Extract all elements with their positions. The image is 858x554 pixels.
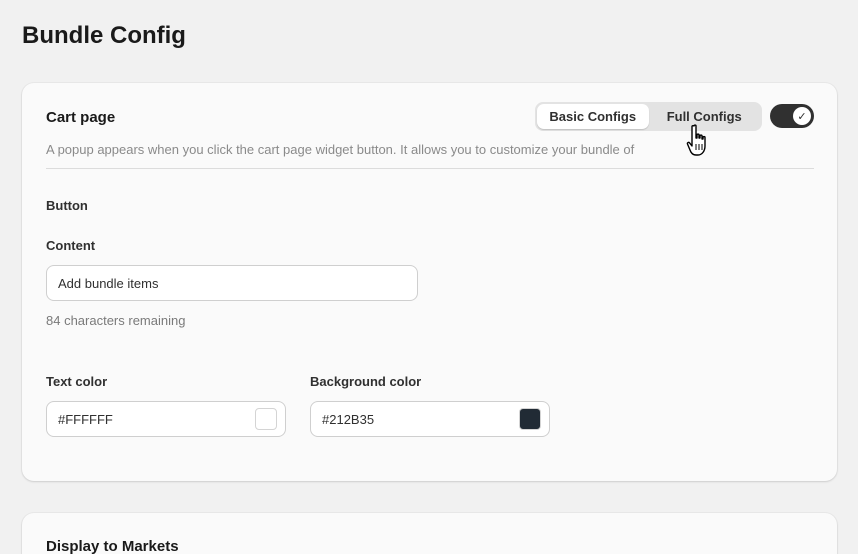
text-color-value: #FFFFFF bbox=[58, 412, 113, 427]
content-label: Content bbox=[46, 238, 96, 253]
check-icon: ✓ bbox=[793, 107, 811, 125]
display-to-markets-card: Display to Markets bbox=[22, 513, 837, 554]
text-color-swatch[interactable] bbox=[255, 408, 277, 430]
background-color-label: Background color bbox=[310, 374, 422, 389]
background-color-swatch[interactable] bbox=[519, 408, 541, 430]
basic-configs-tab[interactable]: Basic Configs bbox=[537, 104, 649, 129]
cart-page-card: Cart page Basic Configs Full Configs ✓ A… bbox=[22, 83, 837, 481]
config-mode-segmented-control: Basic Configs Full Configs bbox=[535, 102, 762, 131]
cart-page-enable-toggle[interactable]: ✓ bbox=[770, 104, 814, 128]
cart-page-title: Cart page bbox=[46, 109, 116, 126]
divider bbox=[46, 168, 814, 169]
display-to-markets-title: Display to Markets bbox=[46, 538, 179, 554]
button-section-heading: Button bbox=[46, 198, 88, 213]
page-title: Bundle Config bbox=[22, 22, 186, 49]
text-color-label: Text color bbox=[46, 374, 108, 389]
text-color-field[interactable]: #FFFFFF bbox=[46, 401, 286, 437]
cart-page-description: A popup appears when you click the cart … bbox=[46, 142, 635, 157]
page: Bundle Config Cart page Basic Configs Fu… bbox=[0, 0, 858, 554]
full-configs-tab[interactable]: Full Configs bbox=[649, 104, 761, 129]
characters-remaining-text: 84 characters remaining bbox=[46, 313, 186, 328]
background-color-value: #212B35 bbox=[322, 412, 375, 427]
content-input[interactable] bbox=[46, 265, 418, 301]
background-color-field[interactable]: #212B35 bbox=[310, 401, 550, 437]
